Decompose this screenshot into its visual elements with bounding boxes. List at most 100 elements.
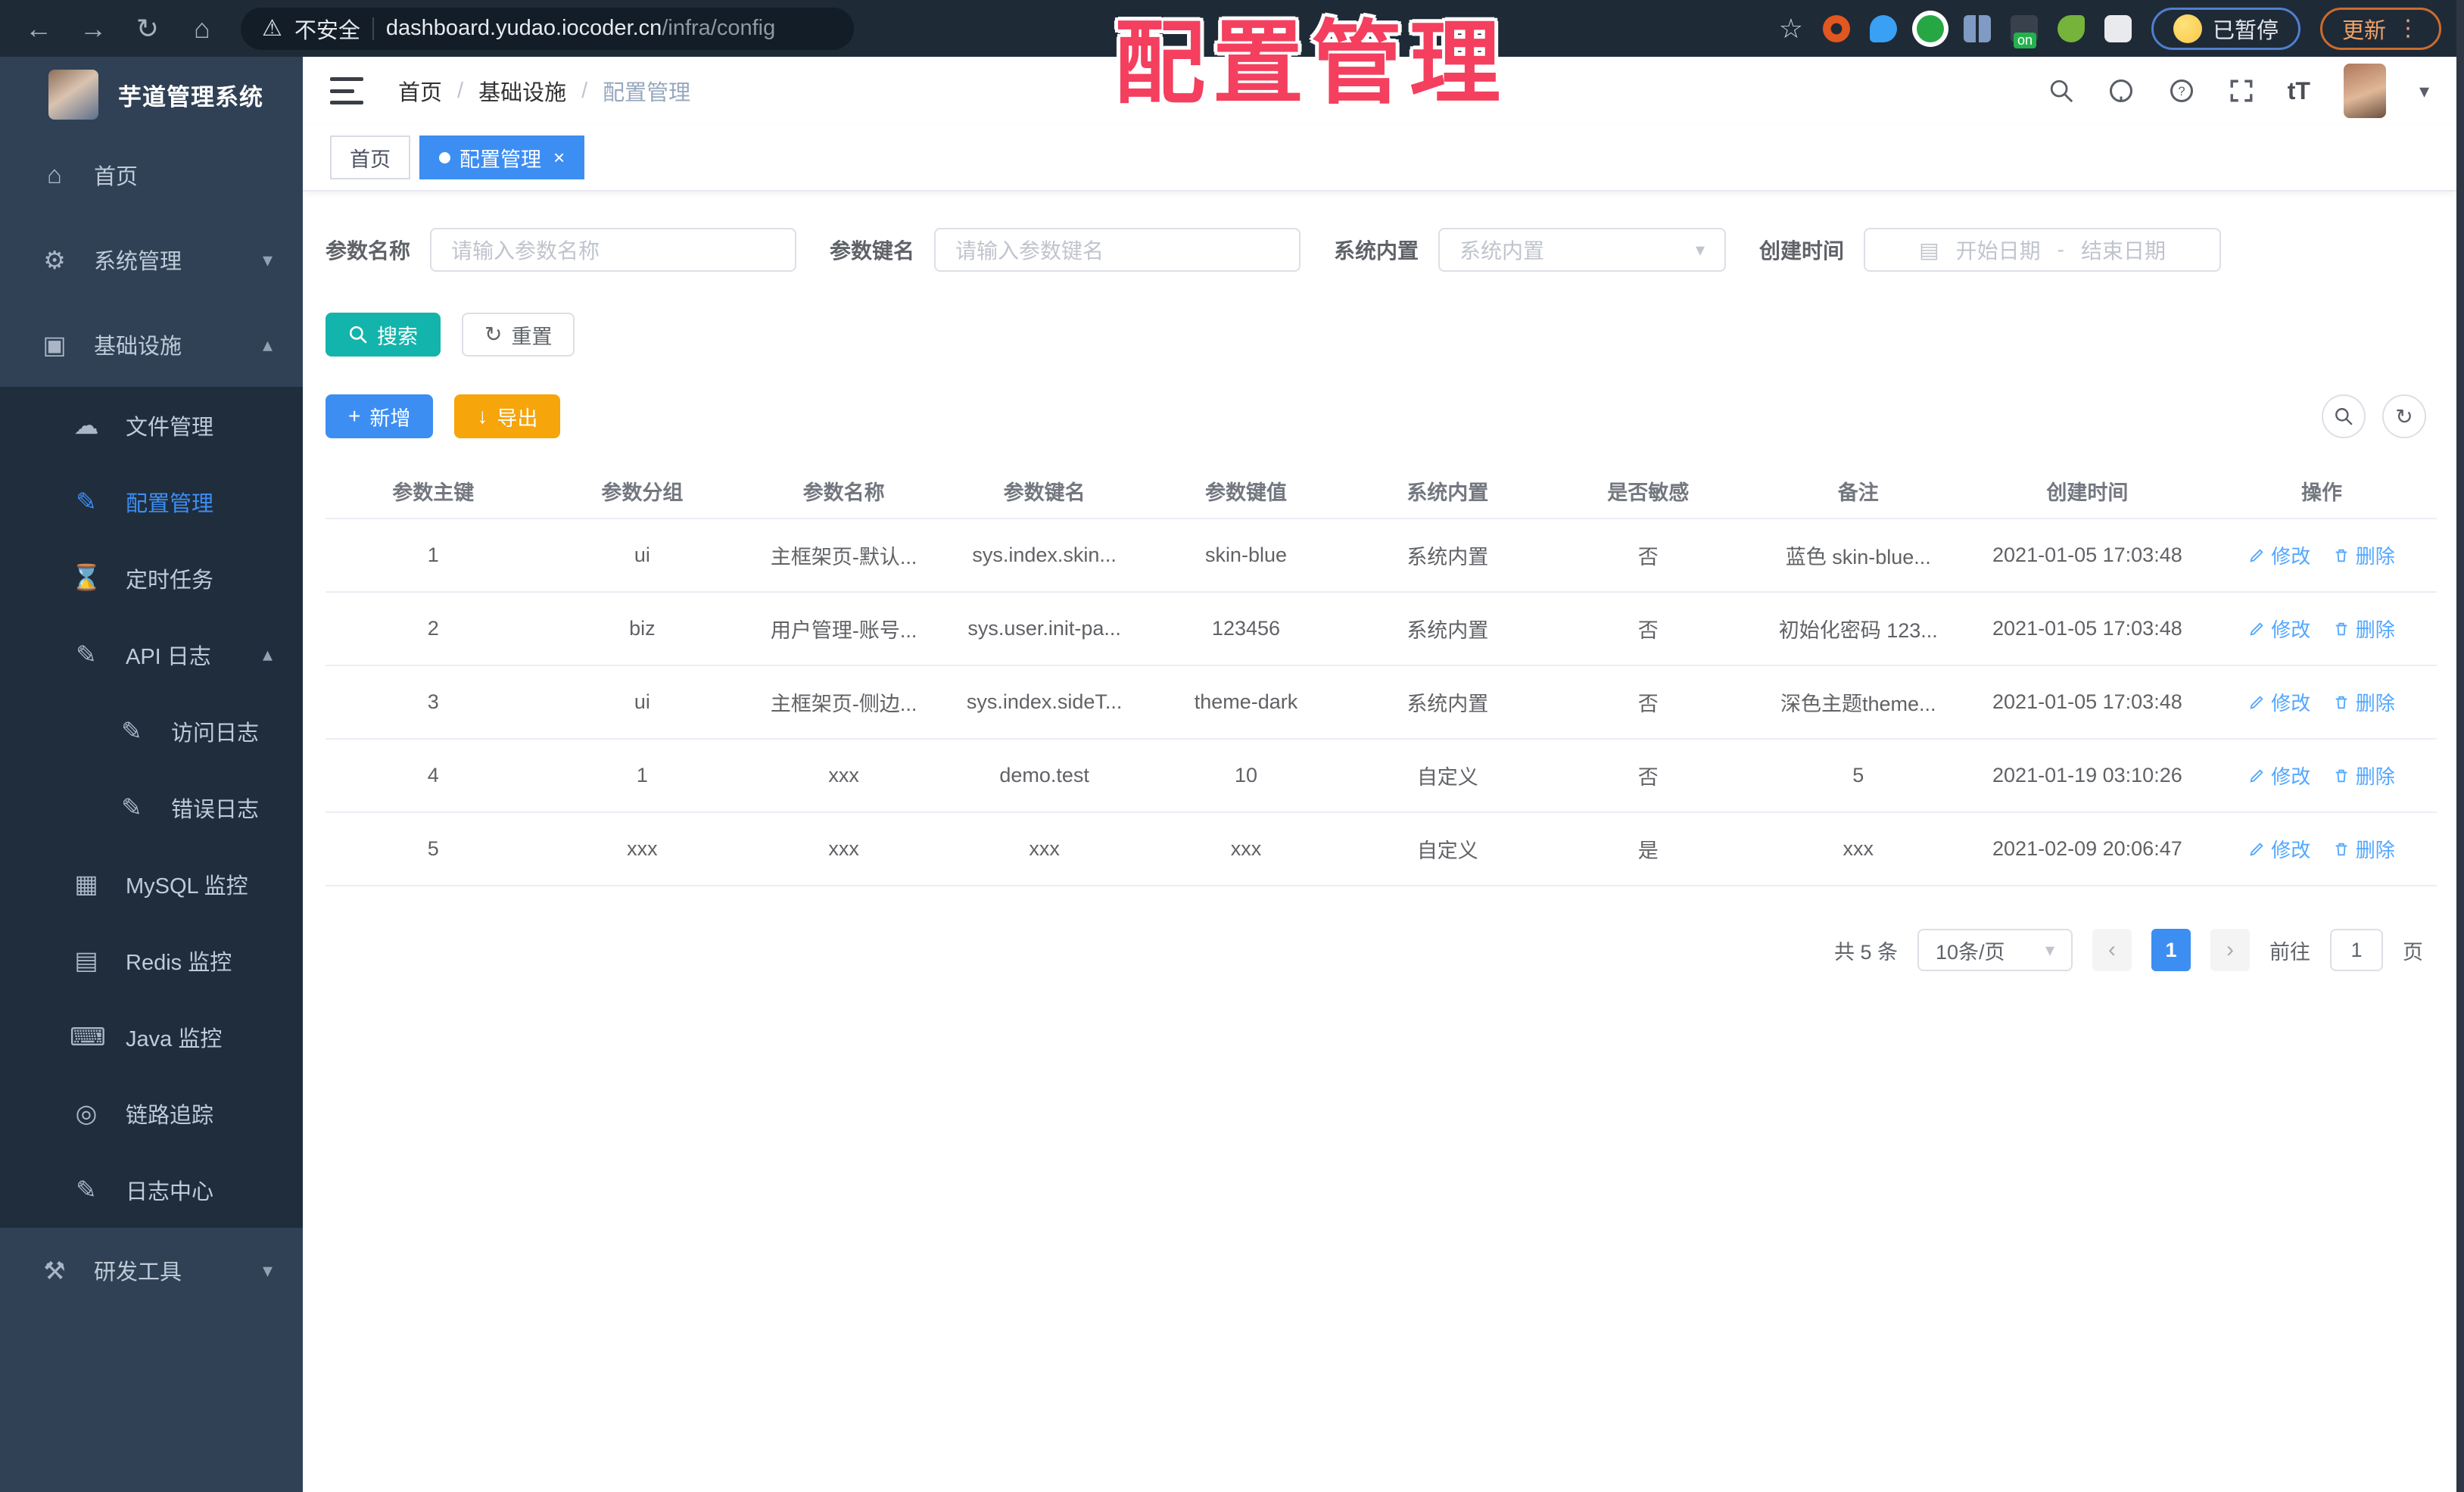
- sidebar-item-error-logs[interactable]: ✎ 错误日志: [0, 769, 303, 846]
- url-text: dashboard.yudao.iocoder.cn/infra/config: [385, 16, 776, 40]
- profile-paused-button[interactable]: 已暂停: [2151, 7, 2300, 50]
- chevron-down-icon[interactable]: ▾: [2419, 79, 2429, 103]
- col-header: 参数键值: [1145, 464, 1347, 519]
- browser-update-button[interactable]: 更新 ⋮: [2319, 7, 2441, 50]
- search-button[interactable]: 搜索: [326, 313, 441, 357]
- sidebar-item-tracing[interactable]: ◎ 链路追踪: [0, 1075, 303, 1151]
- edit-link[interactable]: 修改: [2248, 688, 2310, 716]
- edit-link[interactable]: 修改: [2248, 762, 2310, 790]
- goto-page-input[interactable]: [2330, 929, 2383, 971]
- current-page[interactable]: 1: [2151, 929, 2191, 971]
- url-bar[interactable]: ⚠ 不安全 dashboard.yudao.iocoder.cn/infra/c…: [241, 7, 854, 50]
- fullscreen-icon[interactable]: [2229, 78, 2254, 104]
- sidebar-item-api-logs[interactable]: ✎ API 日志 ▴: [0, 616, 303, 693]
- extensions-area: ☆ 已暂停 更新 ⋮: [1779, 7, 2441, 50]
- toggle-search-button[interactable]: [2322, 394, 2366, 438]
- sidebar-item-scheduled-tasks[interactable]: ⌛ 定时任务: [0, 540, 303, 616]
- col-header: 是否敏感: [1547, 464, 1749, 519]
- help-icon[interactable]: ?: [2168, 77, 2195, 104]
- edit-link[interactable]: 修改: [2248, 835, 2310, 863]
- edit-link[interactable]: 修改: [2248, 615, 2310, 643]
- export-button[interactable]: ↓ 导出: [454, 394, 561, 438]
- sidebar-item-log-center[interactable]: ✎ 日志中心: [0, 1151, 303, 1228]
- page-size-select[interactable]: 10条/页 ▾: [1917, 929, 2073, 971]
- calendar-icon: ▤: [1919, 238, 1939, 262]
- github-icon[interactable]: [2107, 77, 2135, 104]
- close-icon[interactable]: ×: [553, 146, 565, 170]
- reload-icon[interactable]: ↻: [132, 13, 164, 45]
- param-name-input[interactable]: 请输入参数名称: [430, 228, 797, 272]
- col-header: 参数名称: [743, 464, 945, 519]
- delete-link[interactable]: 删除: [2333, 762, 2395, 790]
- extension-icon[interactable]: [1963, 14, 1991, 42]
- security-label: 不安全: [294, 18, 360, 43]
- chevron-down-icon: ▾: [262, 1258, 273, 1282]
- plus-icon: +: [348, 404, 361, 428]
- bookmark-star-icon[interactable]: ☆: [1779, 13, 1803, 45]
- extensions-puzzle-icon[interactable]: [2104, 14, 2132, 42]
- back-icon[interactable]: ←: [23, 13, 55, 45]
- page-unit: 页: [2403, 940, 2423, 964]
- database-icon: ▦: [74, 870, 98, 898]
- app-logo: [48, 70, 98, 120]
- home-icon[interactable]: ⌂: [186, 13, 218, 45]
- download-icon: ↓: [477, 404, 488, 428]
- tab-home[interactable]: 首页: [330, 135, 410, 179]
- col-header: 备注: [1748, 464, 1968, 519]
- refresh-icon: ↻: [484, 322, 503, 346]
- table-row: 41 xxx demo.test 10 自定义 否5 2021-01-19 03:1…: [326, 739, 2437, 813]
- system-builtin-select[interactable]: 系统内置 ▾: [1438, 228, 1727, 272]
- sidebar-item-redis-monitor[interactable]: ▤ Redis 监控: [0, 922, 303, 998]
- extension-icon[interactable]: [2010, 14, 2038, 48]
- breadcrumb-home[interactable]: 首页: [398, 75, 442, 107]
- prev-page-button[interactable]: ‹: [2092, 929, 2132, 971]
- log-icon: ✎: [76, 1176, 97, 1204]
- delete-link[interactable]: 删除: [2333, 615, 2395, 643]
- extension-icon[interactable]: [1916, 14, 1944, 42]
- home-icon: ⌂: [47, 160, 62, 188]
- app-logo-row: 芋道管理系统: [0, 57, 303, 132]
- param-key-input[interactable]: 请输入参数键名: [934, 228, 1301, 272]
- avatar[interactable]: [2343, 64, 2386, 118]
- edit-link[interactable]: 修改: [2248, 541, 2310, 569]
- log-icon: ✎: [76, 640, 97, 668]
- extension-icon[interactable]: [2057, 14, 2085, 42]
- scrollbar[interactable]: [2456, 0, 2464, 1492]
- delete-link[interactable]: 删除: [2333, 688, 2395, 716]
- sidebar-item-config-management[interactable]: ✎ 配置管理: [0, 463, 303, 540]
- next-page-button[interactable]: ›: [2210, 929, 2250, 971]
- refresh-table-button[interactable]: ↻: [2382, 394, 2426, 438]
- extension-icon[interactable]: [1869, 14, 1897, 42]
- sidebar-item-home[interactable]: ⌂ 首页: [0, 132, 303, 217]
- profile-emoji-icon: [2173, 14, 2202, 43]
- sidebar-item-access-logs[interactable]: ✎ 访问日志: [0, 693, 303, 769]
- forward-icon[interactable]: →: [77, 13, 109, 45]
- sidebar-item-mysql-monitor[interactable]: ▦ MySQL 监控: [0, 846, 303, 922]
- sidebar-item-file-management[interactable]: ☁ 文件管理: [0, 387, 303, 463]
- toolbox-icon: ⚒: [43, 1256, 66, 1285]
- sidebar-item-dev-tools[interactable]: ⚒ 研发工具 ▾: [0, 1228, 303, 1313]
- delete-link[interactable]: 删除: [2333, 835, 2395, 863]
- delete-link[interactable]: 删除: [2333, 541, 2395, 569]
- tab-config-management[interactable]: 配置管理 ×: [419, 135, 585, 179]
- warning-icon: ⚠: [262, 16, 282, 41]
- date-range-picker[interactable]: ▤ 开始日期 - 结束日期: [1864, 228, 2222, 272]
- log-icon: ✎: [121, 793, 142, 821]
- app-title: 芋道管理系统: [118, 83, 263, 111]
- search-icon[interactable]: [2048, 78, 2074, 104]
- database-stack-icon: ▤: [74, 946, 98, 974]
- font-size-icon[interactable]: tT: [2288, 77, 2310, 105]
- eye-icon: ◎: [75, 1099, 98, 1127]
- collapse-menu-icon[interactable]: [330, 77, 363, 104]
- sidebar-item-infra[interactable]: ▣ 基础设施 ▴: [0, 302, 303, 387]
- log-icon: ✎: [121, 717, 142, 745]
- add-button[interactable]: + 新增: [326, 394, 434, 438]
- breadcrumb-section[interactable]: 基础设施: [478, 75, 566, 107]
- extension-icon[interactable]: [1822, 14, 1850, 42]
- sidebar-item-system[interactable]: ⚙ 系统管理 ▾: [0, 217, 303, 302]
- main-area: 首页 / 基础设施 / 配置管理 ? tT ▾ 首页 配置管理 × 参数名称 请…: [303, 57, 2456, 1492]
- system-builtin-label: 系统内置: [1334, 239, 1419, 263]
- reset-button[interactable]: ↻ 重置: [462, 313, 575, 357]
- sidebar-item-java-monitor[interactable]: ⌨ Java 监控: [0, 998, 303, 1075]
- chevron-down-icon: ▾: [2045, 939, 2054, 961]
